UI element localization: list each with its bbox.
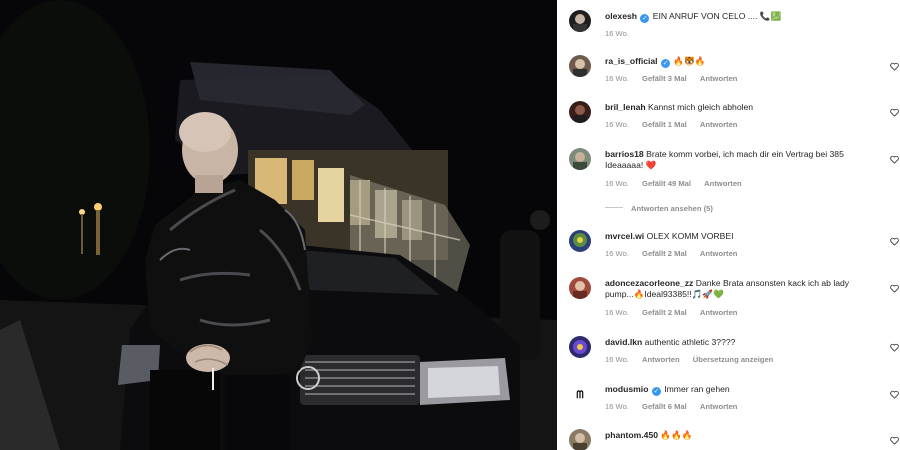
comment-text: bril_lenah Kannst mich gleich abholen — [605, 102, 870, 113]
commenter-username[interactable]: barrios18 — [605, 149, 644, 159]
comment-meta: 16 Wo. Gefällt 1 Mal Antworten — [605, 120, 748, 129]
comment-time[interactable]: 16 Wo. — [605, 249, 629, 258]
reply-button[interactable]: Antworten — [700, 308, 738, 317]
reply-button[interactable]: Antworten — [700, 249, 738, 258]
commenter-avatar[interactable] — [569, 336, 591, 358]
like-heart-icon[interactable] — [890, 62, 899, 71]
comment-body: Immer ran gehen — [664, 384, 730, 394]
commenter-username[interactable]: ra_is_official — [605, 56, 658, 66]
comment-meta: 16 Wo. Gefällt 49 Mal Antworten — [605, 179, 753, 188]
post-photo[interactable] — [0, 0, 557, 450]
commenter-username[interactable]: bril_lenah — [605, 102, 646, 112]
reply-button[interactable]: Antworten — [700, 120, 738, 129]
commenter-avatar[interactable] — [569, 101, 591, 123]
like-heart-icon[interactable] — [890, 390, 899, 399]
comments-panel: olexesh ✓ EIN ANRUF VON CELO .... 📞💹 16 … — [557, 0, 900, 450]
comment-time[interactable]: 16 Wo. — [605, 355, 629, 364]
commenter-username[interactable]: modusmio — [605, 384, 648, 394]
comment-row: mvrcel.wi OLEX KOMM VORBEI 16 Wo. Gefäll… — [557, 227, 900, 267]
comment-text: barrios18 Brate komm vorbei, ich mach di… — [605, 149, 870, 171]
reply-button[interactable]: Antworten — [642, 355, 680, 364]
commenter-avatar[interactable] — [569, 277, 591, 299]
commenter-username[interactable]: phantom.450 — [605, 430, 658, 440]
verified-badge-icon: ✓ — [660, 59, 670, 68]
comment-text: modusmio ✓ Immer ran gehen — [605, 384, 870, 396]
commenter-username[interactable]: david.lkn — [605, 337, 642, 347]
comment-likes[interactable]: Gefällt 3 Mal — [642, 74, 687, 83]
comment-row: bril_lenah Kannst mich gleich abholen 16… — [557, 98, 900, 138]
comment-likes[interactable]: Gefällt 2 Mal — [642, 249, 687, 258]
comment-row: david.lkn authentic athletic 3???? 16 Wo… — [557, 333, 900, 373]
comment-text: adoncezacorleone_zz Danke Brata ansonste… — [605, 278, 870, 300]
commenter-avatar[interactable] — [569, 429, 591, 450]
comment-meta: 16 Wo. Antworten Übersetzung anzeigen — [605, 355, 784, 364]
comment-time[interactable]: 16 Wo. — [605, 74, 629, 83]
comment-meta: 16 Wo. Gefällt 2 Mal Antworten — [605, 249, 748, 258]
comment-text: phantom.450 🔥🔥🔥 — [605, 430, 870, 441]
caption-meta: 16 Wo. — [605, 29, 640, 38]
comment-text: david.lkn authentic athletic 3???? — [605, 337, 870, 348]
reply-button[interactable]: Antworten — [700, 74, 738, 83]
svg-text:ᗰ: ᗰ — [576, 389, 583, 401]
comment-body: OLEX KOMM VORBEI — [646, 231, 734, 241]
night-scene-image — [0, 0, 557, 450]
comment-row: phantom.450 🔥🔥🔥 — [557, 426, 900, 450]
comment-meta: 16 Wo. Gefällt 2 Mal Antworten — [605, 308, 748, 317]
like-heart-icon[interactable] — [890, 343, 899, 352]
comment-text: ra_is_official ✓ 🔥🐯🔥 — [605, 56, 870, 68]
comment-row: ᗰ modusmio ✓ Immer ran gehen 16 Wo. Gefä… — [557, 380, 900, 420]
commenter-avatar[interactable] — [569, 55, 591, 77]
comment-row: barrios18 Brate komm vorbei, ich mach di… — [557, 145, 900, 215]
comment-meta: 16 Wo. Gefällt 3 Mal Antworten — [605, 74, 748, 83]
comment-body: 🔥🐯🔥 — [673, 56, 706, 66]
comment-text: mvrcel.wi OLEX KOMM VORBEI — [605, 231, 870, 242]
commenter-avatar[interactable] — [569, 230, 591, 252]
like-heart-icon[interactable] — [890, 284, 899, 293]
reply-button[interactable]: Antworten — [700, 402, 738, 411]
commenter-avatar[interactable] — [569, 148, 591, 170]
verified-badge-icon: ✓ — [651, 387, 661, 396]
commenter-username[interactable]: mvrcel.wi — [605, 231, 644, 241]
like-heart-icon[interactable] — [890, 108, 899, 117]
comment-likes[interactable]: Gefällt 6 Mal — [642, 402, 687, 411]
author-avatar[interactable] — [569, 10, 591, 32]
like-heart-icon[interactable] — [890, 436, 899, 445]
comment-body: authentic athletic 3???? — [644, 337, 736, 347]
caption-body: EIN ANRUF VON CELO .... — [652, 11, 758, 21]
commenter-avatar[interactable]: ᗰ — [569, 383, 591, 405]
caption-time[interactable]: 16 Wo. — [605, 29, 629, 38]
view-replies-button[interactable]: Antworten ansehen (5) — [605, 204, 713, 213]
comment-row: adoncezacorleone_zz Danke Brata ansonste… — [557, 274, 900, 326]
verified-badge-icon: ✓ — [640, 14, 650, 23]
commenter-username[interactable]: adoncezacorleone_zz — [605, 278, 693, 288]
caption-emojis: 📞💹 — [759, 11, 782, 21]
comment-time[interactable]: 16 Wo. — [605, 308, 629, 317]
comment-likes[interactable]: Gefällt 49 Mal — [642, 179, 691, 188]
comment-body: 🔥🔥🔥 — [660, 430, 693, 440]
comment-likes[interactable]: Gefällt 2 Mal — [642, 308, 687, 317]
comment-meta: 16 Wo. Gefällt 6 Mal Antworten — [605, 402, 748, 411]
comment-body: Kannst mich gleich abholen — [647, 102, 754, 112]
comment-time[interactable]: 16 Wo. — [605, 120, 629, 129]
reply-button[interactable]: Antworten — [704, 179, 742, 188]
like-heart-icon[interactable] — [890, 155, 899, 164]
view-replies-label: Antworten ansehen (5) — [631, 204, 713, 213]
like-heart-icon[interactable] — [890, 237, 899, 246]
replies-divider — [605, 207, 623, 208]
comment-time[interactable]: 16 Wo. — [605, 402, 629, 411]
comment-row: ra_is_official ✓ 🔥🐯🔥 16 Wo. Gefällt 3 Ma… — [557, 52, 900, 92]
author-username[interactable]: olexesh — [605, 11, 637, 21]
comment-likes[interactable]: Gefällt 1 Mal — [642, 120, 687, 129]
translate-button[interactable]: Übersetzung anzeigen — [693, 355, 774, 364]
comment-time[interactable]: 16 Wo. — [605, 179, 629, 188]
post-caption: olexesh ✓ EIN ANRUF VON CELO .... 📞💹 16 … — [557, 0, 900, 45]
caption-text: olexesh ✓ EIN ANRUF VON CELO .... 📞💹 — [605, 11, 870, 23]
